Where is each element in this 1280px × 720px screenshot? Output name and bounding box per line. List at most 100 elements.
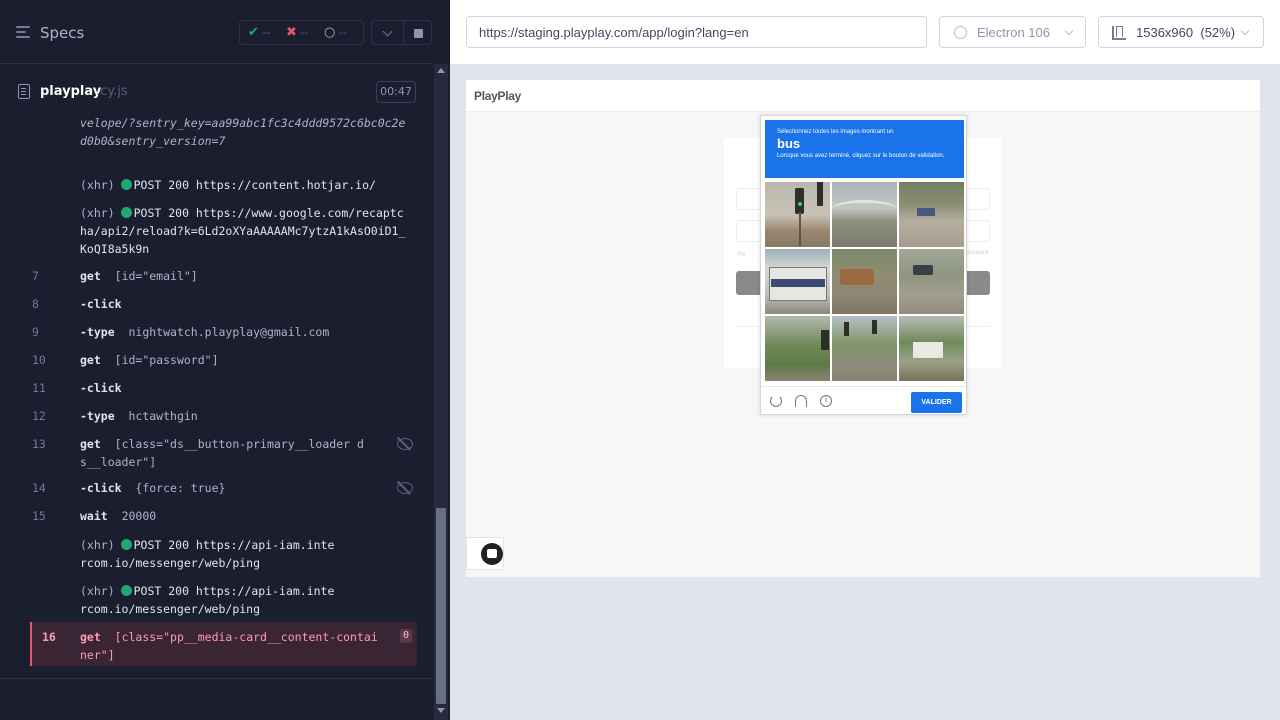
command-arg: [id="email"] [114, 269, 198, 283]
status-dot [120, 585, 132, 596]
passed-stat: ✔ -- [248, 25, 271, 40]
command-name: get [80, 630, 101, 644]
xhr-row[interactable]: (xhr) POST 200 https://content.hotjar.io/ [0, 176, 432, 196]
forgot-password-link[interactable]: assword [966, 250, 988, 256]
command-reporter: Specs ✔ -- ✖ -- ○ -- playplay .cy.js 00:… [0, 0, 450, 720]
aut-header: https://staging.playplay.com/app/login?l… [450, 0, 1280, 64]
captcha-tile[interactable] [765, 182, 830, 247]
reload-icon[interactable] [770, 395, 782, 407]
command-arg: [id="password"] [114, 353, 219, 367]
status-dot [120, 179, 132, 190]
captcha-tile[interactable] [899, 316, 964, 381]
xhr-row[interactable]: (xhr) POST 200 https://api-iam.intercom.i… [0, 582, 432, 620]
command-number: 11 [32, 381, 46, 395]
eye-off-icon[interactable] [397, 482, 413, 494]
spec-file-name: playplay [40, 84, 102, 99]
command-row[interactable]: velope/?sentry_key=aa99abc1fc3c4ddd9572c… [0, 116, 432, 168]
command-name: -click [80, 297, 122, 311]
status-dot [120, 207, 132, 218]
xhr-row[interactable]: (xhr) POST 200 https://api-iam.intercom.i… [0, 536, 432, 574]
browser-select[interactable]: Electron 106 [939, 16, 1086, 48]
command-name: wait [80, 509, 108, 523]
command-text: (xhr) POST 200 https://api-iam.intercom.i… [80, 584, 335, 616]
command-name: -click [80, 381, 122, 395]
command-arg: [class="ds__button-primary__loader ds__l… [80, 437, 364, 469]
status-dot [120, 539, 132, 550]
browser-icon [954, 26, 967, 39]
app-iframe: PlayPlay Re assword Sélectionnez toutes … [466, 80, 1260, 577]
chevron-down-icon [1240, 26, 1250, 36]
failed-command-row[interactable]: 16 get [class="pp__media-card__content-c… [30, 622, 417, 666]
captcha-hint: Lorsque vous avez terminé, cliquez sur l… [777, 153, 945, 159]
command-name: -type [80, 409, 115, 423]
app-topbar: PlayPlay [466, 80, 1260, 112]
command-number: 8 [32, 297, 39, 311]
verify-button[interactable]: VALIDER [911, 392, 962, 413]
captcha-tile[interactable] [832, 182, 897, 247]
command-number: 15 [32, 509, 46, 523]
command-number: 7 [32, 269, 39, 283]
captcha-instructions: Sélectionnez toutes les images montrant … [765, 120, 964, 178]
specs-menu-icon[interactable] [16, 26, 32, 40]
cross-icon: ✖ [286, 25, 297, 40]
command-number: 14 [32, 481, 46, 495]
command-name: get [80, 353, 101, 367]
command-row[interactable]: 13 get [class="ds__button-primary__loade… [0, 435, 432, 473]
browser-label: Electron 106 [977, 25, 1050, 40]
remember-checkbox[interactable]: Re [738, 252, 746, 258]
command-number: 9 [32, 325, 39, 339]
command-log: velope/?sentry_key=aa99abc1fc3c4ddd9572c… [0, 116, 432, 678]
captcha-tile[interactable] [899, 249, 964, 314]
app-logo: PlayPlay [474, 89, 521, 103]
headphones-icon[interactable] [795, 395, 807, 407]
failed-stat: ✖ -- [286, 25, 309, 40]
command-arg: hctawthgin [128, 409, 198, 423]
app-under-test-panel: https://staging.playplay.com/app/login?l… [450, 0, 1280, 720]
captcha-tile[interactable] [765, 249, 830, 314]
scrollbar[interactable] [434, 64, 448, 720]
pending-stat: ○ -- [324, 25, 347, 40]
scrollbar-thumb[interactable] [436, 508, 446, 704]
command-arg: 20000 [121, 509, 157, 523]
command-name: get [80, 269, 101, 283]
url-bar[interactable]: https://staging.playplay.com/app/login?l… [466, 16, 927, 48]
command-number: 13 [32, 437, 46, 451]
captcha-prompt: Sélectionnez toutes les images montrant … [777, 129, 894, 135]
intercom-icon[interactable] [481, 543, 503, 565]
captcha-tile[interactable] [899, 182, 964, 247]
scroll-down-arrow-icon[interactable] [437, 708, 445, 713]
specs-label[interactable]: Specs [40, 24, 84, 42]
captcha-tile[interactable] [765, 316, 830, 381]
check-icon: ✔ [248, 25, 259, 40]
captcha-tile[interactable] [832, 249, 897, 314]
stop-button[interactable] [403, 20, 432, 45]
spinner-icon: ○ [324, 25, 336, 40]
command-text: (xhr) POST 200 https://content.hotjar.io/ [80, 178, 376, 192]
xhr-row[interactable]: (xhr) POST 200 https://www.google.com/rec… [0, 204, 432, 260]
scroll-up-arrow-icon[interactable] [437, 68, 445, 73]
viewport-select[interactable]: 1536x960 (52%) [1098, 16, 1264, 48]
intercom-launcher[interactable] [466, 537, 504, 570]
chevron-down-icon [1064, 26, 1074, 36]
ruler-icon [1112, 26, 1126, 40]
file-icon [18, 84, 30, 99]
test-stats: ✔ -- ✖ -- ○ -- [239, 20, 364, 45]
command-name: -type [80, 325, 115, 339]
command-number: 10 [32, 353, 46, 367]
info-icon[interactable]: i [820, 395, 832, 407]
recaptcha-challenge: Sélectionnez toutes les images montrant … [760, 115, 967, 415]
viewport-label: 1536x960 (52%) [1136, 25, 1236, 40]
spec-file-row[interactable]: playplay .cy.js 00:47 [0, 76, 432, 108]
command-number: 16 [42, 630, 56, 644]
captcha-footer: i VALIDER [761, 386, 966, 414]
specs-header: Specs ✔ -- ✖ -- ○ -- [0, 0, 432, 64]
command-arg: [class="pp__media-card__content-containe… [80, 630, 378, 662]
expand-button[interactable] [371, 20, 404, 45]
command-arg: nightwatch.playplay@gmail.com [128, 325, 330, 339]
divider [0, 678, 432, 679]
eye-off-icon[interactable] [397, 438, 413, 450]
element-count-badge: 0 [400, 629, 412, 643]
captcha-tile[interactable] [832, 316, 897, 381]
command-arg: {force: true} [135, 481, 226, 495]
command-text: (xhr) POST 200 https://www.google.com/rec… [80, 206, 406, 256]
